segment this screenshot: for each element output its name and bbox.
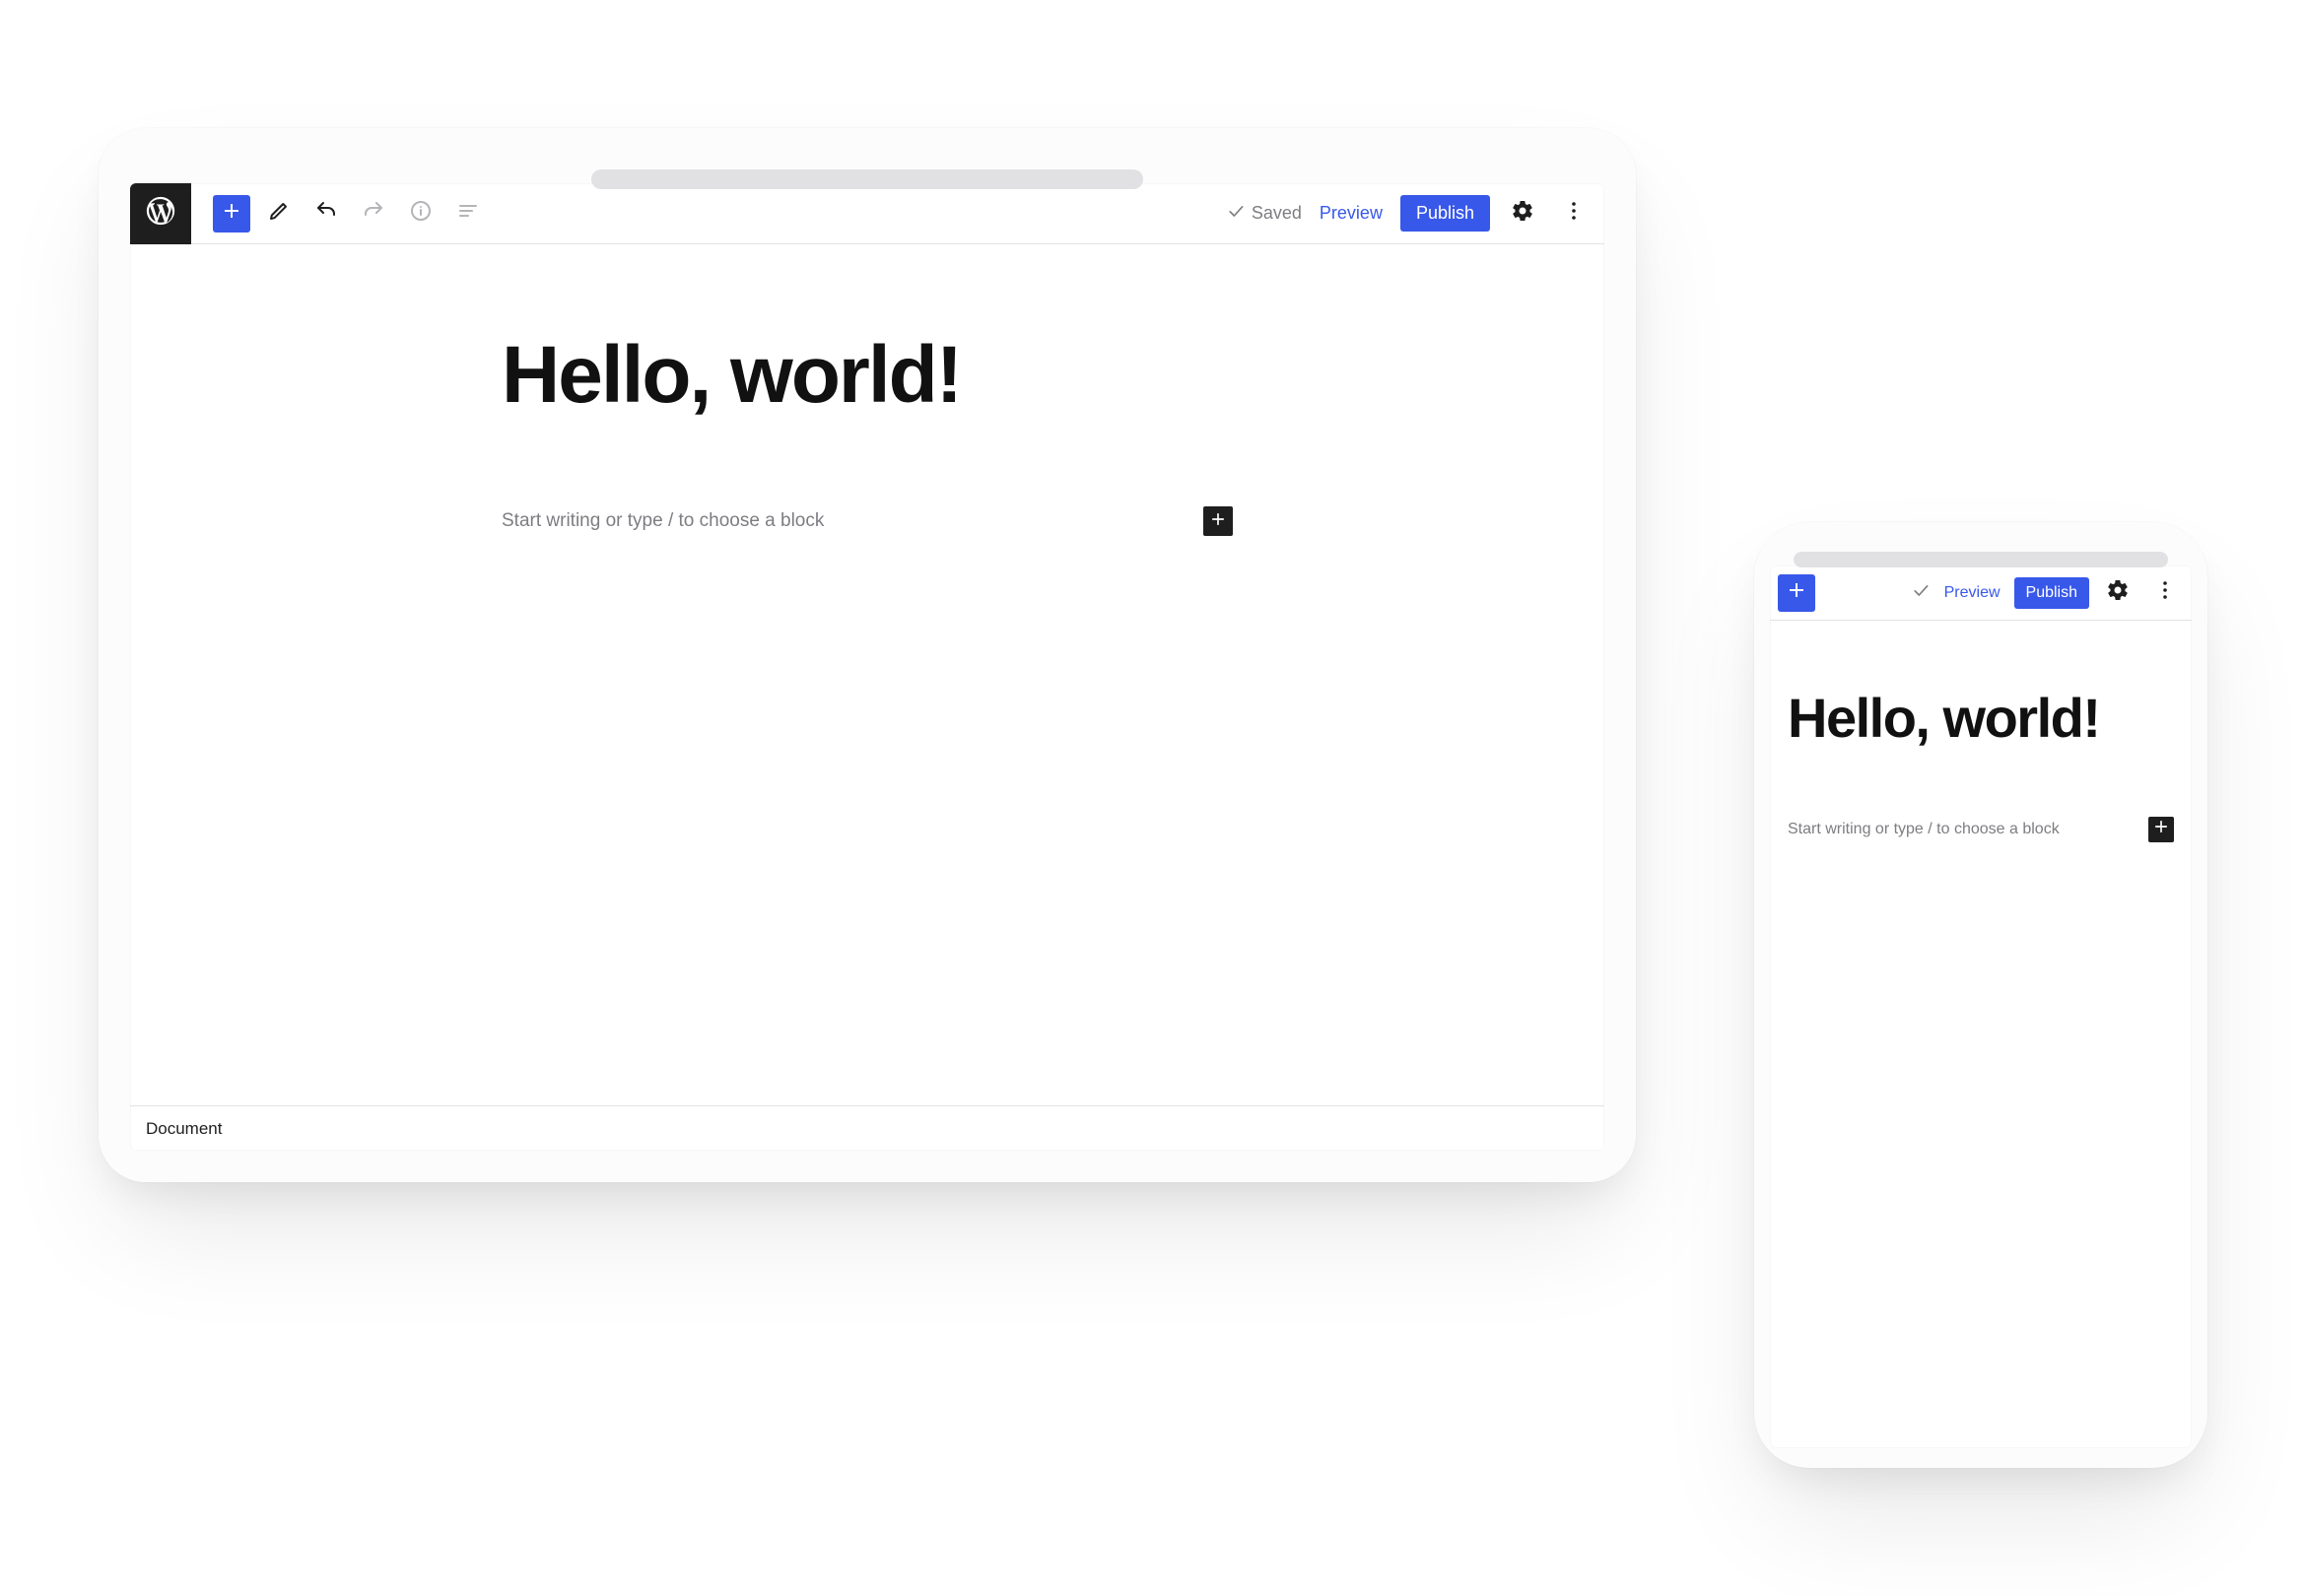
document-outline-button[interactable] bbox=[449, 195, 487, 233]
redo-icon bbox=[362, 199, 385, 228]
empty-paragraph-block[interactable]: Start writing or type / to choose a bloc… bbox=[502, 506, 1233, 536]
toolbar-left-group bbox=[1770, 574, 1823, 612]
editor-canvas[interactable]: Hello, world! Start writing or type / to… bbox=[130, 244, 1604, 1105]
empty-paragraph-block[interactable]: Start writing or type / to choose a bloc… bbox=[1788, 817, 2174, 842]
post-title-input[interactable]: Hello, world! bbox=[502, 333, 1233, 418]
publish-button[interactable]: Publish bbox=[1400, 195, 1490, 232]
phone-device-frame: Preview Publish Hello, world! Star bbox=[1754, 522, 2207, 1468]
post-title-input[interactable]: Hello, world! bbox=[1788, 690, 2174, 748]
save-status-label: Saved bbox=[1252, 203, 1302, 224]
block-appender-button[interactable] bbox=[1203, 506, 1233, 536]
block-placeholder-text: Start writing or type / to choose a bloc… bbox=[502, 510, 1184, 532]
tablet-screen: Saved Preview Publish Hello, world! bbox=[130, 183, 1604, 1151]
kebab-icon bbox=[1562, 199, 1586, 228]
more-options-button[interactable] bbox=[2146, 574, 2184, 612]
toolbar-right-group: Preview Publish bbox=[1911, 574, 2192, 612]
plus-icon bbox=[1208, 509, 1228, 534]
phone-screen: Preview Publish Hello, world! Star bbox=[1770, 565, 2192, 1448]
edit-tool-button[interactable] bbox=[260, 195, 298, 233]
more-options-button[interactable] bbox=[1555, 195, 1593, 233]
settings-button[interactable] bbox=[1504, 195, 1541, 233]
editor-footer: Document bbox=[130, 1105, 1604, 1151]
save-status bbox=[1911, 580, 1931, 605]
plus-icon bbox=[1785, 578, 1808, 607]
canvas-content: Hello, world! Start writing or type / to… bbox=[1770, 690, 2192, 842]
wordpress-home-button[interactable] bbox=[130, 183, 191, 244]
pencil-icon bbox=[267, 199, 291, 228]
preview-button[interactable]: Preview bbox=[1940, 578, 2004, 608]
save-status: Saved bbox=[1226, 201, 1302, 226]
redo-button[interactable] bbox=[355, 195, 392, 233]
undo-button[interactable] bbox=[307, 195, 345, 233]
block-placeholder-text: Start writing or type / to choose a bloc… bbox=[1788, 821, 2129, 838]
gear-icon bbox=[2106, 578, 2130, 607]
check-icon bbox=[1226, 201, 1246, 226]
toolbar-left-group bbox=[130, 183, 495, 244]
outline-icon bbox=[456, 199, 480, 228]
info-icon bbox=[409, 199, 433, 228]
block-inserter-button[interactable] bbox=[1778, 574, 1815, 612]
breadcrumb[interactable]: Document bbox=[146, 1119, 222, 1139]
phone-speaker-grille bbox=[1794, 552, 2168, 567]
editor-toolbar: Saved Preview Publish bbox=[130, 183, 1604, 244]
tablet-device-frame: Saved Preview Publish Hello, world! bbox=[99, 128, 1636, 1182]
editor-canvas[interactable]: Hello, world! Start writing or type / to… bbox=[1770, 621, 2192, 1448]
toolbar-right-group: Saved Preview Publish bbox=[1226, 195, 1604, 233]
canvas-content: Hello, world! Start writing or type / to… bbox=[478, 333, 1256, 536]
plus-icon bbox=[220, 199, 243, 228]
publish-button[interactable]: Publish bbox=[2014, 577, 2089, 609]
block-inserter-button[interactable] bbox=[213, 195, 250, 233]
settings-button[interactable] bbox=[2099, 574, 2136, 612]
wordpress-logo-icon bbox=[144, 194, 177, 233]
preview-button[interactable]: Preview bbox=[1316, 197, 1387, 230]
block-appender-button[interactable] bbox=[2148, 817, 2174, 842]
kebab-icon bbox=[2153, 578, 2177, 607]
plus-icon bbox=[2151, 817, 2171, 841]
gear-icon bbox=[1511, 199, 1534, 228]
tablet-speaker-grille bbox=[591, 169, 1143, 189]
check-icon bbox=[1911, 580, 1931, 605]
document-details-button[interactable] bbox=[402, 195, 440, 233]
editor-toolbar: Preview Publish bbox=[1770, 565, 2192, 621]
undo-icon bbox=[314, 199, 338, 228]
